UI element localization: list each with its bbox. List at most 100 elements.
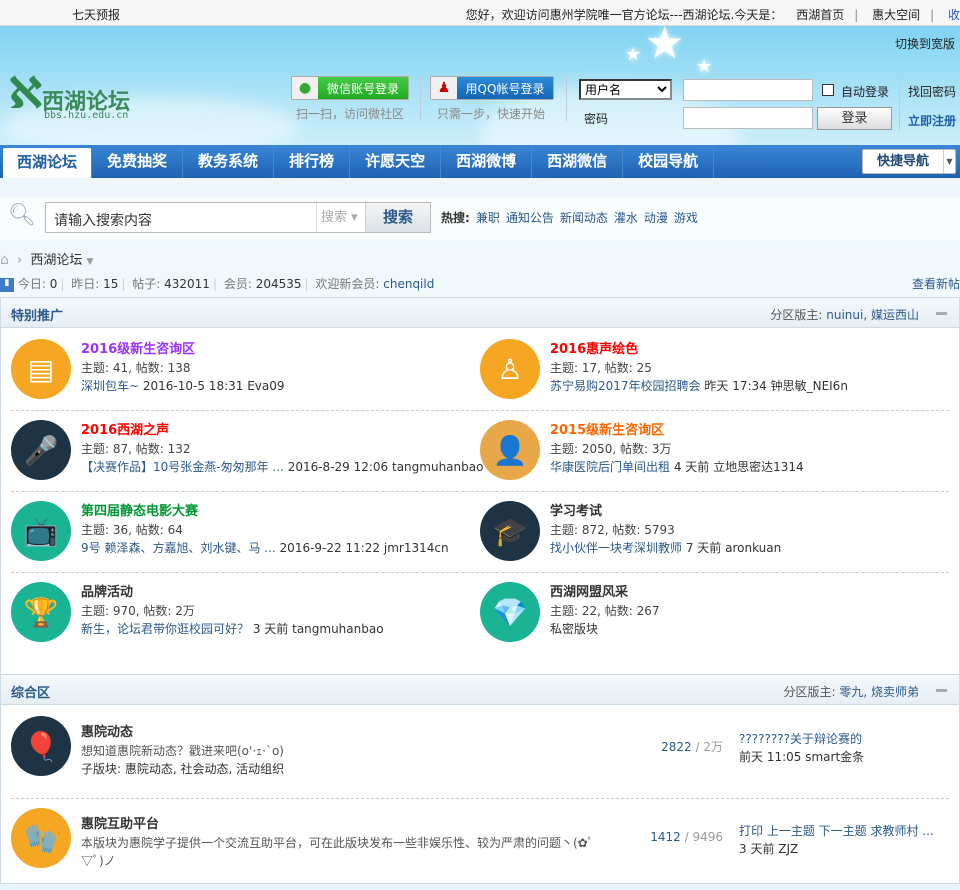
hot-search-link[interactable]: 通知公告 bbox=[506, 211, 554, 225]
last-post-link[interactable]: 9号 赖泽森、方嘉旭、刘水键、马 ... bbox=[81, 541, 276, 555]
hot-search-link[interactable]: 动漫 bbox=[644, 211, 668, 225]
register-link[interactable]: 立即注册 bbox=[908, 112, 956, 129]
nav-tab-6[interactable]: 西湖微信 bbox=[532, 145, 624, 178]
post-count: 2万 bbox=[703, 740, 723, 754]
moderator-links[interactable]: 零九, 烧卖师弟 bbox=[839, 685, 919, 699]
wechat-login-button[interactable]: ● 微信账号登录 bbox=[291, 76, 409, 100]
last-post: 苏宁易购2017年校园招聘会 昨天 17:34 钟思敏_NEI6n bbox=[550, 377, 848, 395]
last-post-link[interactable]: 新生，论坛君带你逛校园可好？ bbox=[81, 622, 249, 636]
forum-name[interactable]: 2016西湖之声 bbox=[81, 422, 483, 440]
forum-stats: ▮ 今日: 0 | 昨日: 15 | 帖子: 432011 | 会员: 204535 |… bbox=[0, 275, 960, 292]
auto-login-checkbox[interactable] bbox=[822, 84, 834, 96]
search-input[interactable]: 请输入搜索内容 bbox=[54, 210, 152, 230]
last-post-meta: 前天 11:05 smart金条 bbox=[739, 750, 865, 764]
bowling-pins-icon[interactable]: ♙ bbox=[480, 339, 540, 399]
nav-tab-2[interactable]: 教务系统 bbox=[183, 145, 275, 178]
last-post-meta: 私密版块 bbox=[550, 622, 599, 636]
breadcrumb-forum[interactable]: 西湖论坛 bbox=[30, 253, 82, 268]
mitten-icon[interactable]: 🧤 bbox=[11, 808, 71, 868]
forum-name[interactable]: 西湖网盟风采 bbox=[550, 584, 660, 602]
wechat-caption: 扫一扫，访问微社区 bbox=[296, 107, 405, 121]
forum-item: ♙ 2016惠声绘色主题: 17, 帖数: 25 苏宁易购2017年校园招聘会 昨天… bbox=[470, 329, 940, 410]
password-input[interactable] bbox=[683, 107, 813, 129]
star-decoration: ★ bbox=[645, 26, 685, 69]
section-title[interactable]: 综合区 bbox=[11, 682, 50, 701]
last-post-meta: 2016-8-29 12:06 tangmuhanbao bbox=[287, 460, 484, 474]
quick-nav-button[interactable]: 快捷导航 ▼ bbox=[862, 149, 956, 174]
forum-name[interactable]: 品牌活动 bbox=[81, 584, 384, 602]
last-post-link[interactable]: 华康医院后门单间出租 bbox=[550, 460, 670, 474]
forum-name[interactable]: 2015级新生咨询区 bbox=[550, 422, 804, 440]
tv-icon[interactable]: 📺 bbox=[11, 501, 71, 561]
last-post-link[interactable]: 【决赛作品】10号张金燕-匆匆那年 ... bbox=[81, 460, 284, 474]
username-type-select[interactable]: 用户名 bbox=[579, 79, 672, 100]
login-button[interactable]: 登录 bbox=[817, 107, 892, 130]
last-post-meta: 4 天前 立地思密达1314 bbox=[673, 460, 804, 474]
forgot-password-link[interactable]: 找回密码 bbox=[908, 83, 956, 100]
forum-item: ▤ 2016级新生咨询区 主题: 41, 帖数: 138 深圳包车~ 2016-10-… bbox=[1, 329, 471, 410]
forum-stats: 主题: 872, 帖数: 5793 bbox=[550, 523, 675, 537]
home-icon[interactable]: ⌂ bbox=[0, 252, 9, 268]
qq-login-button[interactable]: ♟ 用QQ帐号登录 bbox=[430, 76, 554, 100]
subforums: 子版块: 惠院动态, 社会动态, 活动组织 bbox=[81, 762, 285, 776]
forum-name[interactable]: 2016惠声绘色 bbox=[550, 341, 848, 359]
nav-tab-5[interactable]: 西湖微博 bbox=[441, 145, 533, 178]
search-button[interactable]: 搜索 bbox=[365, 203, 430, 232]
switch-wide-link[interactable]: 切换到宽版 bbox=[895, 35, 955, 52]
forum-counts: 2822 / 2万 bbox=[661, 740, 723, 754]
username-input[interactable] bbox=[683, 79, 813, 101]
forum-item: 🎤 2016西湖之声 主题: 87, 帖数: 132 【决赛作品】10号张金燕-匆匆那… bbox=[1, 410, 483, 491]
hot-search-link[interactable]: 新闻动态 bbox=[560, 211, 608, 225]
chat-bubble-icon[interactable]: ▤ bbox=[11, 339, 71, 399]
microphone-icon[interactable]: 🎤 bbox=[11, 420, 71, 480]
hzu-space-link[interactable]: 惠大空间 bbox=[872, 8, 920, 22]
last-post: 新生，论坛君带你逛校园可好？ 3 天前 tangmuhanbao bbox=[81, 620, 384, 638]
trophy-icon[interactable]: 🏆 bbox=[11, 582, 71, 642]
graduation-cap-icon[interactable]: 🎓 bbox=[480, 501, 540, 561]
nav-tab-3[interactable]: 排行榜 bbox=[274, 145, 351, 178]
nav-tab-4[interactable]: 许愿天空 bbox=[350, 145, 442, 178]
last-post-link[interactable]: 深圳包车~ bbox=[81, 379, 139, 393]
forum-name[interactable]: 学习考试 bbox=[550, 503, 781, 521]
password-label: 密码 bbox=[584, 112, 609, 126]
search-type-dropdown[interactable]: 搜索 ▾ bbox=[316, 203, 364, 232]
weather-link[interactable]: 七天预报 bbox=[72, 6, 120, 23]
last-post-link[interactable]: ????????关于辩论赛的 bbox=[739, 730, 864, 748]
yesterday-count: 15 bbox=[103, 277, 119, 291]
last-post: 深圳包车~ 2016-10-5 18:31 Eva09 bbox=[81, 377, 285, 395]
forum-name[interactable]: 第四届静态电影大赛 bbox=[81, 503, 449, 521]
main-nav: 西湖论坛 免费抽奖 教务系统 排行榜 许愿天空 西湖微博 西湖微信 校园导航 快捷导航 ▼ bbox=[0, 145, 960, 178]
posts-count: 432011 bbox=[164, 277, 210, 291]
new-member-link[interactable]: chenqild bbox=[383, 277, 434, 291]
nav-tab-0[interactable]: 西湖论坛 bbox=[3, 148, 93, 178]
collapse-icon[interactable] bbox=[936, 689, 947, 692]
chevron-down-icon[interactable]: ▼ bbox=[87, 257, 94, 267]
thread-count: 2822 bbox=[661, 740, 692, 754]
forum-name[interactable]: 2016级新生咨询区 bbox=[81, 341, 285, 359]
hot-search-link[interactable]: 灌水 bbox=[614, 211, 638, 225]
favorite-link[interactable]: 收 bbox=[948, 8, 960, 22]
hot-search-link[interactable]: 游戏 bbox=[674, 211, 698, 225]
last-post-link[interactable]: 找小伙伴一块考深圳教师 bbox=[550, 541, 682, 555]
diamond-icon[interactable]: 💎 bbox=[480, 582, 540, 642]
forum-stats: 主题: 17, 帖数: 25 bbox=[550, 361, 652, 375]
hot-search-link[interactable]: 兼职 bbox=[476, 211, 500, 225]
forum-description: 本版块为惠院学子提供一个交流互助平台，可在此版块发布一些非娱乐性、较为严肃的问题… bbox=[81, 836, 594, 868]
forum-counts: 1412 / 9496 bbox=[650, 830, 723, 844]
forum-name[interactable]: 惠院互助平台 bbox=[81, 816, 601, 834]
section-title[interactable]: 特别推广 bbox=[11, 305, 63, 324]
nav-tab-7[interactable]: 校园导航 bbox=[623, 145, 715, 178]
nav-tab-1[interactable]: 免费抽奖 bbox=[92, 145, 184, 178]
forum-name[interactable]: 惠院动态 bbox=[81, 724, 601, 742]
view-new-posts-link[interactable]: 查看新帖 bbox=[912, 275, 960, 292]
last-post-link[interactable]: 打印 上一主题 下一主题 求教师村 ... bbox=[739, 822, 934, 840]
last-post-meta: 2016-9-22 11:22 jmr1314cn bbox=[279, 541, 449, 555]
top-bar: 七天预报 您好，欢迎访问惠州学院唯一官方论坛---西湖论坛.今天是： 西湖首页 |… bbox=[0, 0, 960, 26]
hot-air-balloon-icon[interactable]: 🎈 bbox=[11, 716, 71, 776]
forum-row: 🎈 惠院动态 想知道惠院新动态？戳进来吧(o'·ｪ·`o) 子版块: 惠院动态, 社会… bbox=[1, 706, 959, 798]
collapse-icon[interactable] bbox=[936, 312, 947, 315]
last-post-link[interactable]: 苏宁易购2017年校园招聘会 bbox=[550, 379, 701, 393]
moderator-links[interactable]: nuinui, 媒运西山 bbox=[826, 308, 919, 322]
user-chat-icon[interactable]: 👤 bbox=[480, 420, 540, 480]
xihu-home-link[interactable]: 西湖首页 bbox=[796, 8, 844, 22]
